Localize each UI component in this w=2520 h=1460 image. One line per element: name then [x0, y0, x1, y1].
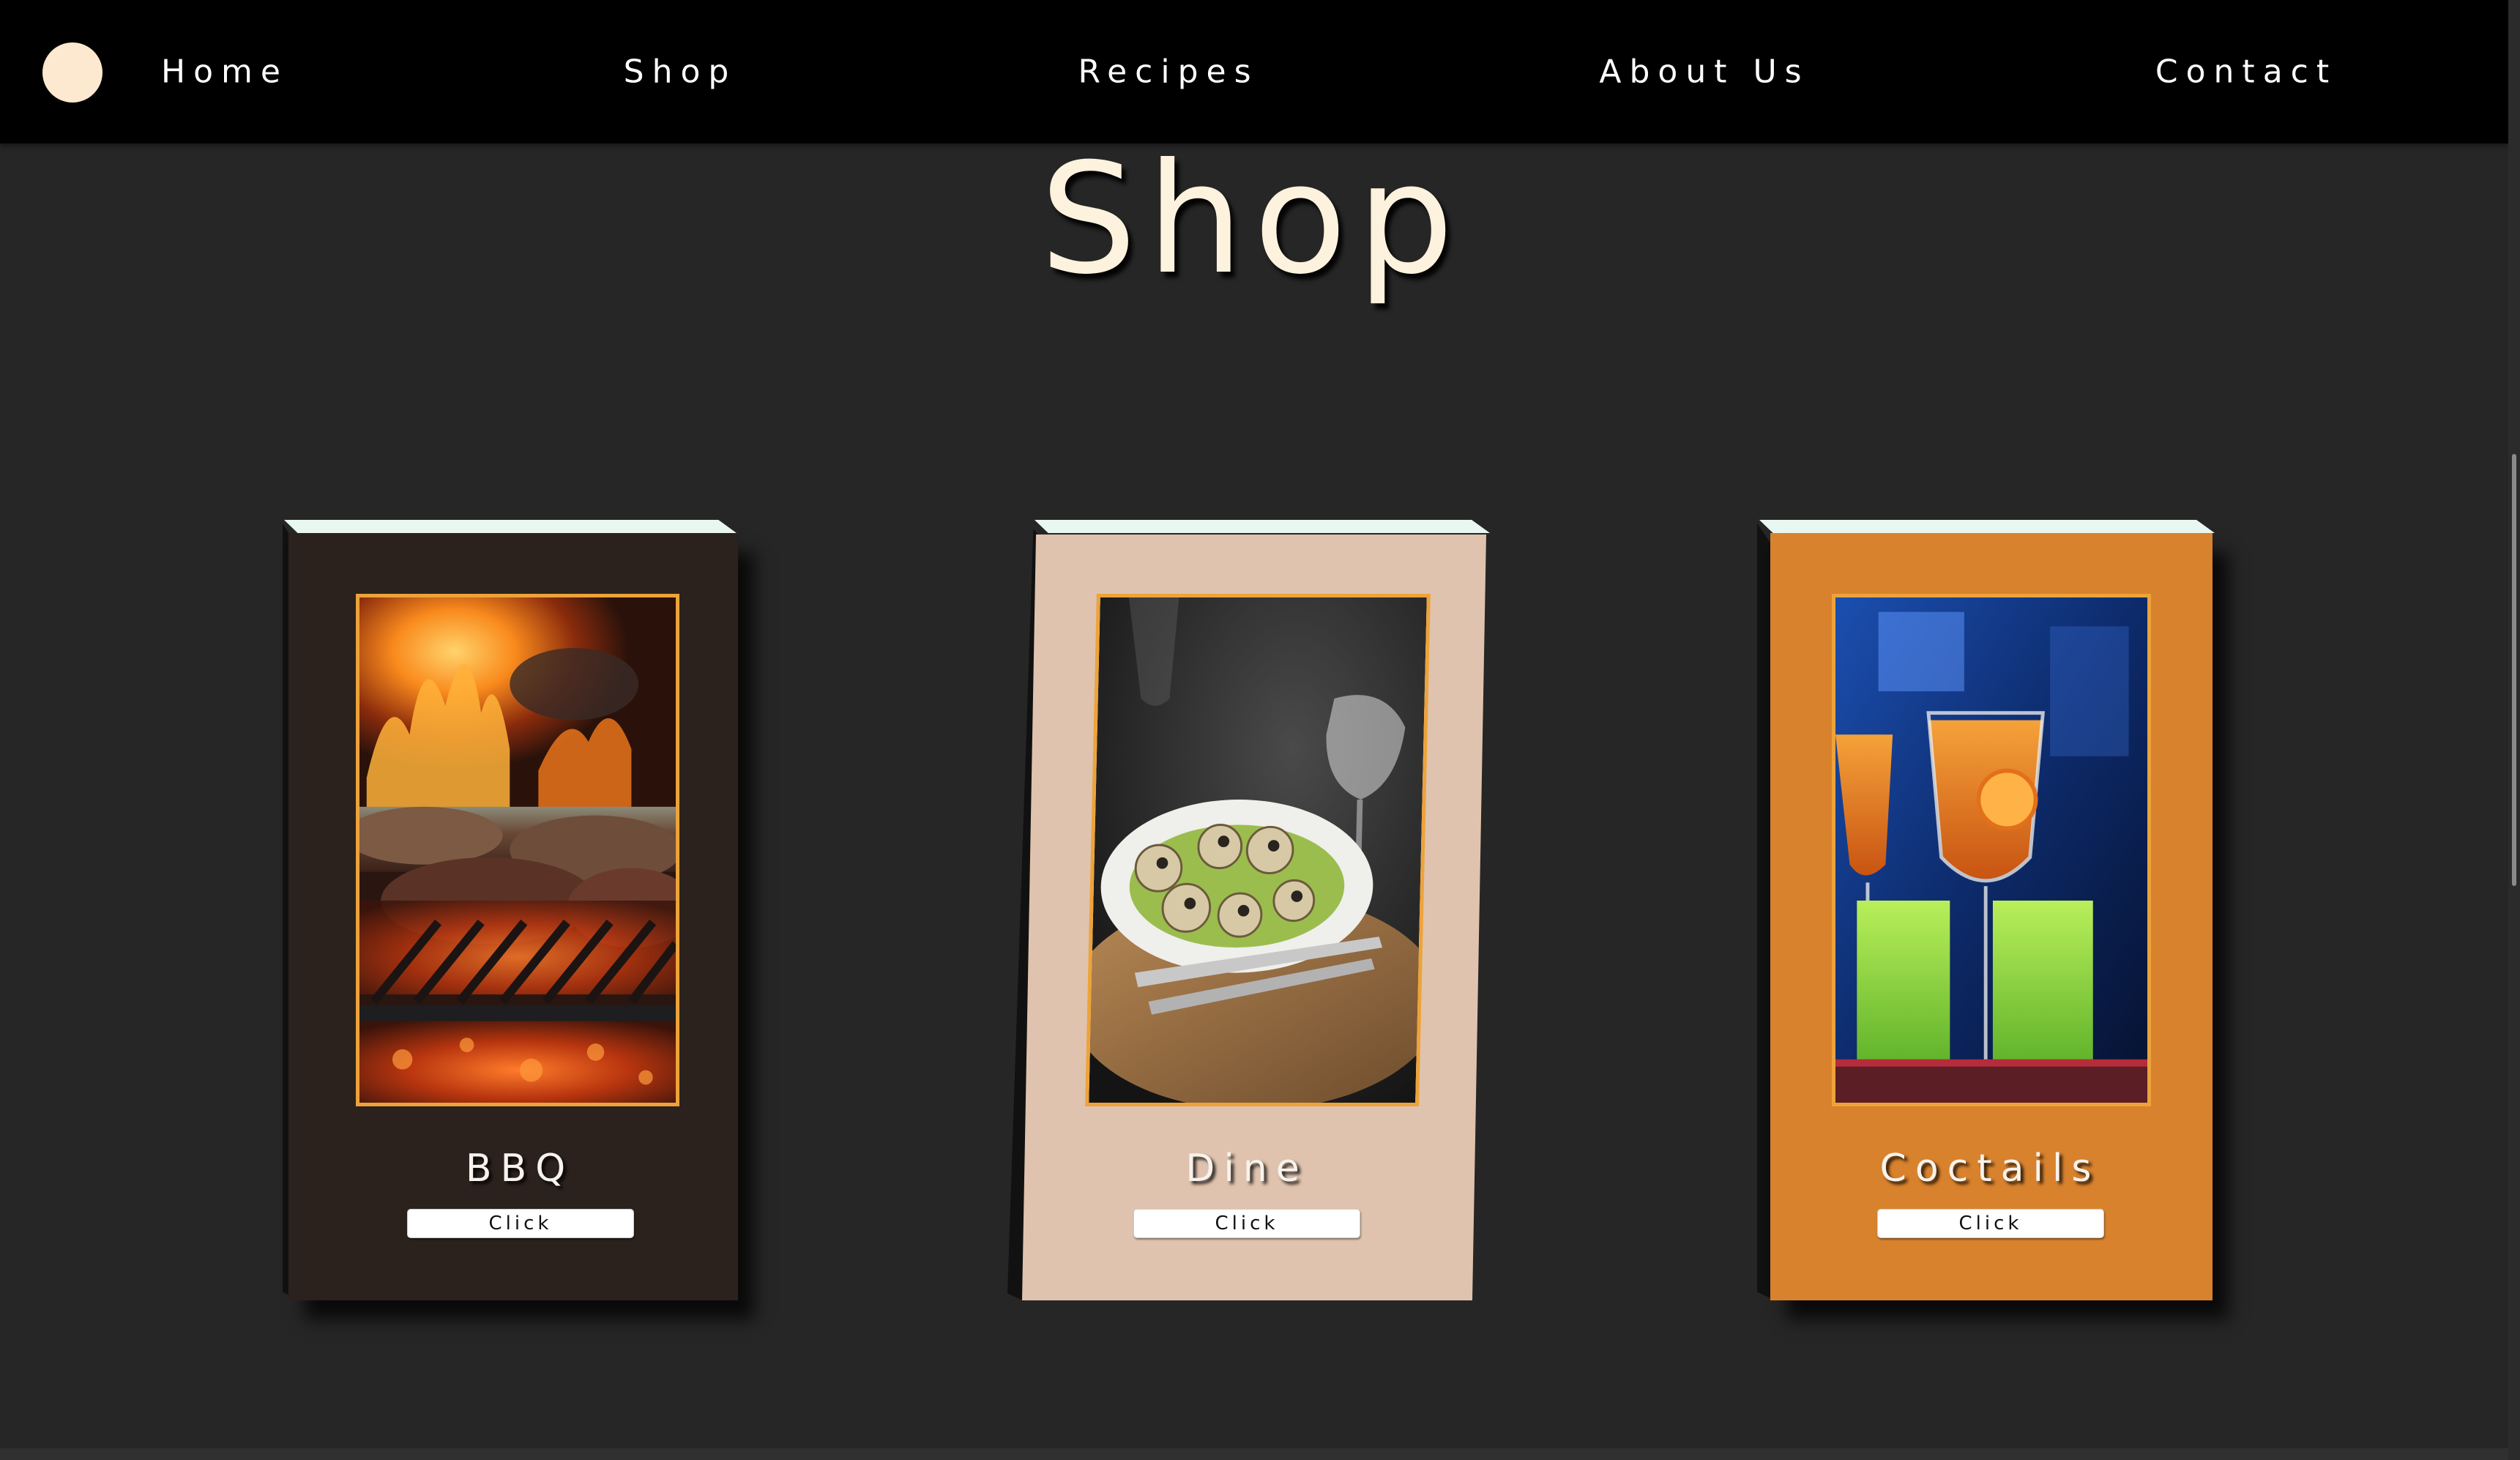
bottom-edge	[0, 1448, 2508, 1460]
page-title: Shop	[1040, 131, 1464, 308]
nav-link-recipes[interactable]: Recipes	[1078, 53, 1259, 91]
card-label: Coctails	[1879, 1147, 2100, 1191]
card-label: Dine	[1185, 1147, 1308, 1191]
scrollbar-thumb[interactable]	[2512, 454, 2516, 886]
nav-link-home[interactable]: Home	[161, 53, 288, 91]
nav-link-contact[interactable]: Contact	[2155, 53, 2337, 91]
card-image-coctails[interactable]	[1832, 594, 2151, 1106]
top-nav: Home Shop Recipes About Us Contact	[0, 0, 2508, 144]
nav-link-shop[interactable]: Shop	[624, 53, 737, 91]
card-top-edge	[1035, 520, 1490, 533]
card-image-bbq[interactable]	[356, 594, 679, 1106]
dine-click-button[interactable]: Click	[1133, 1209, 1360, 1238]
cocktail-glasses-image	[1835, 597, 2147, 1103]
bbq-click-button[interactable]: Click	[407, 1209, 634, 1238]
escargot-dish-image	[1089, 597, 1427, 1103]
bbq-grill-image	[359, 597, 676, 1103]
card-top-edge	[284, 520, 737, 533]
card-label: BBQ	[465, 1147, 575, 1191]
card-top-edge	[1759, 520, 2215, 533]
nav-link-about-us[interactable]: About Us	[1599, 53, 1809, 91]
card-image-dine[interactable]	[1085, 594, 1431, 1106]
coctails-click-button[interactable]: Click	[1877, 1209, 2104, 1238]
logo-circle-icon[interactable]	[42, 42, 102, 103]
